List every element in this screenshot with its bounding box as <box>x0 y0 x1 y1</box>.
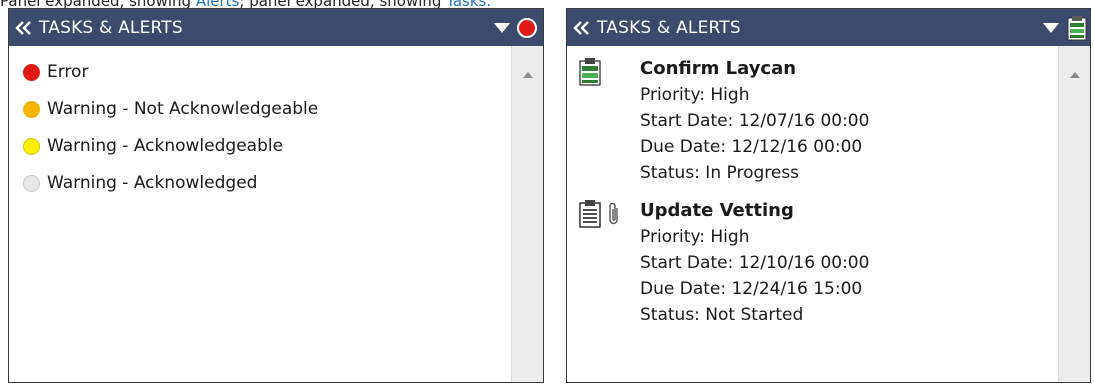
panel-header: TASKS & ALERTS <box>9 9 543 46</box>
alerts-link[interactable]: Alerts <box>196 0 240 8</box>
alerts-panel: TASKS & ALERTS Error Warning - Not Ackno… <box>8 8 544 383</box>
panel-title: TASKS & ALERTS <box>597 17 741 38</box>
collapse-left-icon[interactable] <box>15 20 37 35</box>
legend-label: Warning - Not Acknowledgeable <box>47 99 319 119</box>
legend-item-warning-ack: Warning - Acknowledgeable <box>23 136 283 156</box>
scroll-up-arrow-icon[interactable] <box>523 63 533 82</box>
caption: Panel expanded, showing Alerts; panel ex… <box>0 0 1094 8</box>
task-green-clipboard-icon <box>579 58 601 90</box>
tasks-list: Confirm Laycan Priority: High Start Date… <box>567 46 1058 382</box>
caption-text-1: Panel expanded, showing <box>0 0 196 8</box>
task-status: Status: Not Started <box>640 305 804 325</box>
legend-item-warning-not-ack: Warning - Not Acknowledgeable <box>23 99 318 119</box>
tasks-panel: TASKS & ALERTS Confirm Laycan Priority: … <box>566 8 1091 383</box>
alert-indicator-icon[interactable] <box>517 17 537 38</box>
collapse-left-icon[interactable] <box>573 20 595 35</box>
task-priority: Priority: High <box>640 227 750 247</box>
scroll-up-arrow-icon[interactable] <box>1070 63 1080 82</box>
panel-title: TASKS & ALERTS <box>39 17 183 38</box>
task-title: Update Vetting <box>640 200 794 221</box>
paperclip-icon[interactable] <box>607 201 621 231</box>
task-clipboard-icon[interactable] <box>1066 15 1088 41</box>
legend-item-error: Error <box>23 62 88 82</box>
task-status: Status: In Progress <box>640 163 800 183</box>
task-white-clipboard-icon <box>579 200 601 232</box>
panel-header: TASKS & ALERTS <box>567 9 1090 46</box>
dropdown-triangle-icon[interactable] <box>1042 22 1060 34</box>
legend-label: Warning - Acknowledgeable <box>47 136 284 156</box>
gray-dot-icon <box>23 174 40 192</box>
vertical-scrollbar[interactable] <box>511 46 543 382</box>
caption-text-2: ; panel expanded, showing <box>239 0 446 8</box>
alerts-legend-list: Error Warning - Not Acknowledgeable Warn… <box>9 46 511 382</box>
task-priority: Priority: High <box>640 85 750 105</box>
legend-label: Error <box>47 62 89 82</box>
legend-label: Warning - Acknowledged <box>47 173 258 193</box>
task-start-date: Start Date: 12/10/16 00:00 <box>640 253 870 273</box>
orange-dot-icon <box>23 100 40 118</box>
task-due-date: Due Date: 12/24/16 15:00 <box>640 279 863 299</box>
task-title: Confirm Laycan <box>640 58 797 79</box>
vertical-scrollbar[interactable] <box>1058 46 1090 382</box>
task-start-date: Start Date: 12/07/16 00:00 <box>640 111 870 131</box>
tasks-link[interactable]: Tasks. <box>446 0 491 8</box>
legend-item-warning-acknowledged: Warning - Acknowledged <box>23 173 257 193</box>
dropdown-triangle-icon[interactable] <box>493 22 511 34</box>
task-due-date: Due Date: 12/12/16 00:00 <box>640 137 863 157</box>
error-dot-icon <box>23 63 40 81</box>
yellow-dot-icon <box>23 137 40 155</box>
